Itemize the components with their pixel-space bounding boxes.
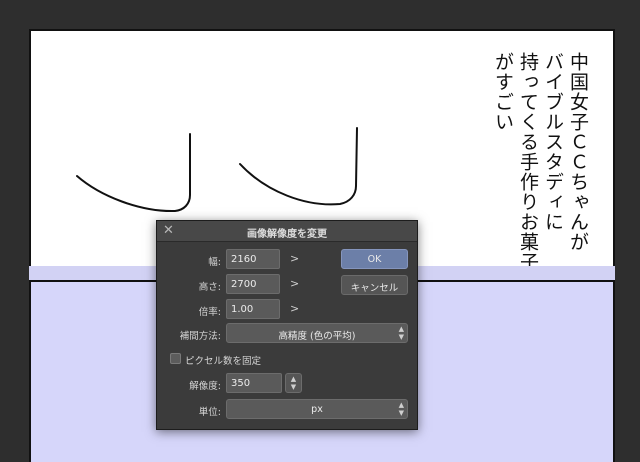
resolution-stepper-icon[interactable]: ▲ ▼ [285, 373, 302, 393]
scale-label: 倍率: [198, 307, 221, 318]
resolution-label: 解像度: [189, 381, 221, 392]
fix-pixels-checkbox[interactable] [170, 353, 181, 364]
dialog-title: 画像解像度を変更 [247, 229, 327, 240]
height-field[interactable]: 2700 [226, 274, 280, 294]
height-label: 高さ: [198, 282, 221, 293]
manga-text-line-3: 持ってくる手作りお菓子 [517, 52, 539, 272]
resolution-field[interactable]: 350 [226, 373, 282, 393]
scale-arrow-icon[interactable]: > [290, 302, 299, 315]
interpolation-select[interactable]: 高精度 (色の平均) ▲ ▼ [226, 323, 408, 343]
scale-field[interactable]: 1.00 [226, 299, 280, 319]
manga-text-line-2: バイブルスタディに [542, 52, 564, 232]
manga-text-line-1: 中国女子ＣＣちゃんが [567, 52, 589, 252]
select-updown-icon: ▲ ▼ [398, 401, 404, 417]
height-arrow-icon[interactable]: > [290, 277, 299, 290]
manga-text-line-4: がすごい [492, 52, 514, 132]
dialog-titlebar[interactable]: ✕ 画像解像度を変更 [157, 221, 417, 242]
interpolation-value: 高精度 (色の平均) [278, 331, 356, 342]
select-updown-icon: ▲ ▼ [398, 325, 404, 341]
resize-resolution-dialog: ✕ 画像解像度を変更 幅: 2160 > 高さ: 2700 > 倍率: 1.00… [156, 220, 418, 430]
fix-pixels-label: ピクセル数を固定 [185, 356, 262, 367]
unit-select[interactable]: px ▲ ▼ [226, 399, 408, 419]
width-field[interactable]: 2160 [226, 249, 280, 269]
ok-button[interactable]: OK [341, 249, 408, 269]
width-arrow-icon[interactable]: > [290, 252, 299, 265]
interpolation-label: 補間方法: [179, 331, 221, 342]
cancel-button[interactable]: キャンセル [341, 275, 408, 295]
unit-value: px [311, 404, 323, 415]
unit-label: 単位: [198, 407, 221, 418]
width-label: 幅: [208, 257, 221, 268]
